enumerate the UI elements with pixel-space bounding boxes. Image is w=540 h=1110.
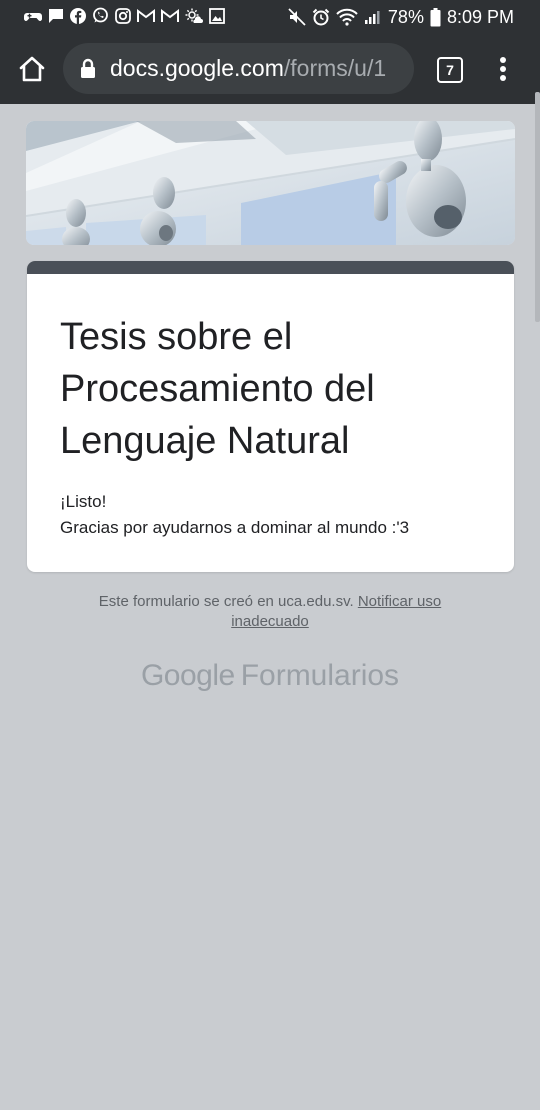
game-controller-icon — [24, 8, 42, 24]
url-bar[interactable]: docs.google.com/forms/u/1 — [63, 43, 414, 94]
url-path: /forms/u/1 — [283, 55, 387, 81]
browser-toolbar: docs.google.com/forms/u/1 7 — [0, 34, 540, 104]
form-title: Tesis sobre el Procesamiento del Lenguaj… — [60, 316, 375, 462]
wifi-icon — [336, 8, 358, 26]
tab-switcher-button[interactable]: 7 — [437, 57, 463, 83]
logo-google-text: Google — [140, 659, 235, 692]
system-status: 78% 8:09 PM — [288, 0, 514, 34]
instagram-icon — [115, 7, 131, 24]
home-button[interactable] — [14, 51, 50, 87]
status-bar: 78% 8:09 PM — [0, 0, 540, 34]
form-header-image — [26, 121, 515, 245]
home-icon — [19, 56, 45, 82]
footer-created-text: Este formulario se creó en uca.edu.sv. — [98, 593, 354, 610]
message-icon — [48, 8, 64, 24]
gmail-icon — [161, 8, 179, 23]
battery-icon — [430, 7, 441, 27]
card-accent-bar — [27, 261, 514, 274]
facebook-icon — [70, 7, 86, 24]
google-forms-logo[interactable]: Google Formularios — [0, 656, 540, 696]
notification-icons — [24, 7, 225, 24]
mute-icon — [288, 8, 306, 26]
url-domain: docs.google.com — [110, 55, 284, 81]
gmail-icon — [137, 8, 155, 23]
url-text: docs.google.com/forms/u/1 — [110, 55, 386, 81]
image-icon — [209, 7, 225, 24]
lock-icon — [80, 58, 96, 84]
whatsapp-icon — [92, 7, 109, 24]
footer-disclaimer: Este formulario se creó en uca.edu.sv. N… — [60, 592, 480, 632]
signal-icon — [364, 9, 382, 25]
form-confirmation-message: ¡Listo! Gracias por ayudarnos a dominar … — [60, 489, 500, 541]
logo-forms-text: Formularios — [240, 659, 400, 692]
alarm-icon — [312, 8, 330, 26]
more-vert-icon[interactable] — [491, 53, 515, 85]
clock: 8:09 PM — [446, 6, 514, 27]
battery-percent: 78% — [387, 6, 424, 27]
scrollbar[interactable] — [535, 92, 540, 322]
form-card: Tesis sobre el Procesamiento del Lenguaj… — [27, 261, 514, 572]
weather-icon — [185, 8, 203, 24]
confirmation-heading: ¡Listo! — [60, 492, 107, 511]
confirmation-text: Gracias por ayudarnos a dominar al mundo… — [60, 518, 410, 537]
